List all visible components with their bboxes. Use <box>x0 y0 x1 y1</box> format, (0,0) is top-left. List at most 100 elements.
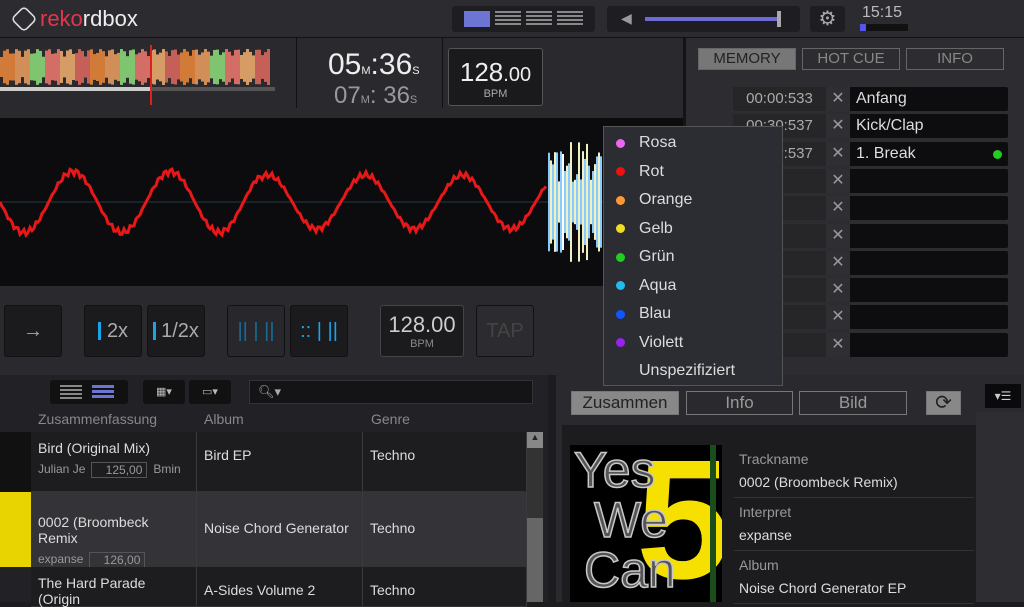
tap-button[interactable]: TAP <box>476 305 534 357</box>
track-genre: Techno <box>363 432 527 491</box>
search-input[interactable]: 🔍︎▾ <box>249 380 533 404</box>
overview-bar <box>171 50 174 84</box>
overview-bar <box>15 49 18 85</box>
overview-bar <box>69 49 72 84</box>
color-dot-icon <box>616 253 625 262</box>
table-row[interactable]: The Hard Parade (Origin A-Sides Volume 2… <box>31 567 527 607</box>
menu-item-color[interactable]: Aqua <box>604 272 782 301</box>
menu-item-color[interactable]: Violett <box>604 329 782 358</box>
color-dot-icon <box>616 139 625 148</box>
delete-cue-icon[interactable]: ✕ <box>826 196 850 220</box>
overview-bar <box>174 50 177 85</box>
list-view-button[interactable] <box>60 385 82 399</box>
overview-bar <box>0 57 3 77</box>
waveform-bar <box>548 153 550 252</box>
overview-bar <box>111 49 114 84</box>
menu-item-color[interactable]: Gelb <box>604 215 782 244</box>
menu-item-color[interactable]: Orange <box>604 186 782 215</box>
beat-double-button[interactable]: 2x <box>84 305 142 357</box>
delete-cue-icon[interactable]: ✕ <box>826 114 850 138</box>
panel-menu-button[interactable]: ▭▾ <box>189 380 231 404</box>
waveform-bar <box>552 164 554 239</box>
column-header-album[interactable]: Album <box>204 411 244 427</box>
delete-cue-icon[interactable]: ✕ <box>826 278 850 302</box>
overview-bar <box>123 51 126 82</box>
delete-cue-icon[interactable]: ✕ <box>826 142 850 166</box>
layout-2-button[interactable] <box>495 11 521 27</box>
layout-4-button[interactable] <box>557 11 583 27</box>
overview-bar <box>30 54 33 81</box>
waveform-bar <box>590 180 592 224</box>
overview-bar <box>39 51 42 83</box>
table-row[interactable]: 0002 (Broombeck Remix expanse 126,00 Noise… <box>31 492 527 567</box>
overview-bar <box>186 52 189 83</box>
waveform-bar <box>570 142 572 262</box>
layout-3-button[interactable] <box>526 11 552 27</box>
delete-cue-icon[interactable]: ✕ <box>826 169 850 193</box>
column-menu-button[interactable]: ▦▾ <box>143 380 185 404</box>
delete-cue-icon[interactable]: ✕ <box>826 305 850 329</box>
overview-bar <box>216 50 219 85</box>
tab-info[interactable]: INFO <box>906 48 1004 70</box>
menu-item-color[interactable]: Unspezifiziert <box>604 357 782 386</box>
cue-color-dot <box>993 150 1002 159</box>
cue-name[interactable]: Anfang <box>856 90 907 107</box>
track-album: Noise Chord Generator <box>197 492 363 566</box>
grid-shift-right-button[interactable]: :: | || <box>290 305 348 357</box>
overview-bar <box>78 49 81 85</box>
deck: 05M:36S 07M: 36S 128.00 BPM → 2x 1/2x ||… <box>0 38 683 375</box>
tab-hot-cue[interactable]: HOT CUE <box>802 48 900 70</box>
column-header-genre[interactable]: Genre <box>371 411 410 427</box>
delete-cue-icon[interactable]: ✕ <box>826 87 850 111</box>
overview-bar <box>105 56 108 77</box>
tab-zusammen[interactable]: Zusammen <box>571 391 679 415</box>
menu-item-color[interactable]: Blau <box>604 300 782 329</box>
refresh-button[interactable]: ⟳ <box>926 391 961 415</box>
delete-cue-icon[interactable]: ✕ <box>826 333 850 357</box>
settings-gear-icon[interactable]: ⚙ <box>810 6 845 32</box>
waveform-bar <box>568 163 570 240</box>
layout-1-button[interactable] <box>464 11 490 27</box>
direction-button[interactable]: → <box>4 305 62 357</box>
track-key: Bmin <box>153 462 180 478</box>
overview-bar <box>147 56 150 78</box>
overview-bar <box>249 52 252 82</box>
menu-item-color[interactable]: Grün <box>604 243 782 272</box>
overview-bar <box>267 49 270 85</box>
main-waveform[interactable] <box>0 118 683 286</box>
overview-bar <box>180 53 183 82</box>
tab-info-details[interactable]: Info <box>686 391 793 415</box>
volume-slider[interactable] <box>645 17 780 21</box>
track-album: Bird EP <box>197 432 363 491</box>
cue-name[interactable]: Kick/Clap <box>856 117 924 134</box>
memory-cue-row[interactable]: 00:00:533 ✕ Anfang <box>733 87 1008 111</box>
table-row[interactable]: Bird (Original Mix) Julian Je 125,00 Bmin B… <box>31 432 527 492</box>
overview-waveform[interactable] <box>0 45 280 105</box>
overview-bar <box>234 50 237 84</box>
menu-item-color[interactable]: Rot <box>604 158 782 187</box>
overview-bar <box>81 51 84 83</box>
delete-cue-icon[interactable]: ✕ <box>826 251 850 275</box>
menu-item-label: Rot <box>639 163 664 181</box>
panel-toggle-button[interactable]: ▾☰ <box>985 384 1021 408</box>
cue-name[interactable]: 1. Break <box>856 145 916 162</box>
tab-bild[interactable]: Bild <box>799 391 907 415</box>
remaining-time: 07M: 36S <box>334 82 417 110</box>
track-genre: Techno <box>363 492 527 566</box>
grid-shift-left-button[interactable]: || | || <box>227 305 285 357</box>
column-header-summary[interactable]: Zusammenfassung <box>38 411 157 427</box>
waveform-bar <box>598 153 600 252</box>
browser-scrollbar[interactable]: ▲ <box>527 432 543 602</box>
overview-bar <box>117 53 120 81</box>
volume-handle[interactable] <box>777 11 781 27</box>
detail-view-button[interactable] <box>92 385 114 399</box>
tab-memory[interactable]: MEMORY <box>698 48 796 70</box>
track-bpm: 126,00 <box>89 552 145 568</box>
overview-bar <box>114 54 117 80</box>
beat-half-button[interactable]: 1/2x <box>147 305 205 357</box>
overview-bar <box>189 56 192 78</box>
speaker-icon: ◀ <box>621 10 632 27</box>
menu-item-color[interactable]: Rosa <box>604 129 782 158</box>
overview-bar <box>72 54 75 80</box>
delete-cue-icon[interactable]: ✕ <box>826 224 850 248</box>
